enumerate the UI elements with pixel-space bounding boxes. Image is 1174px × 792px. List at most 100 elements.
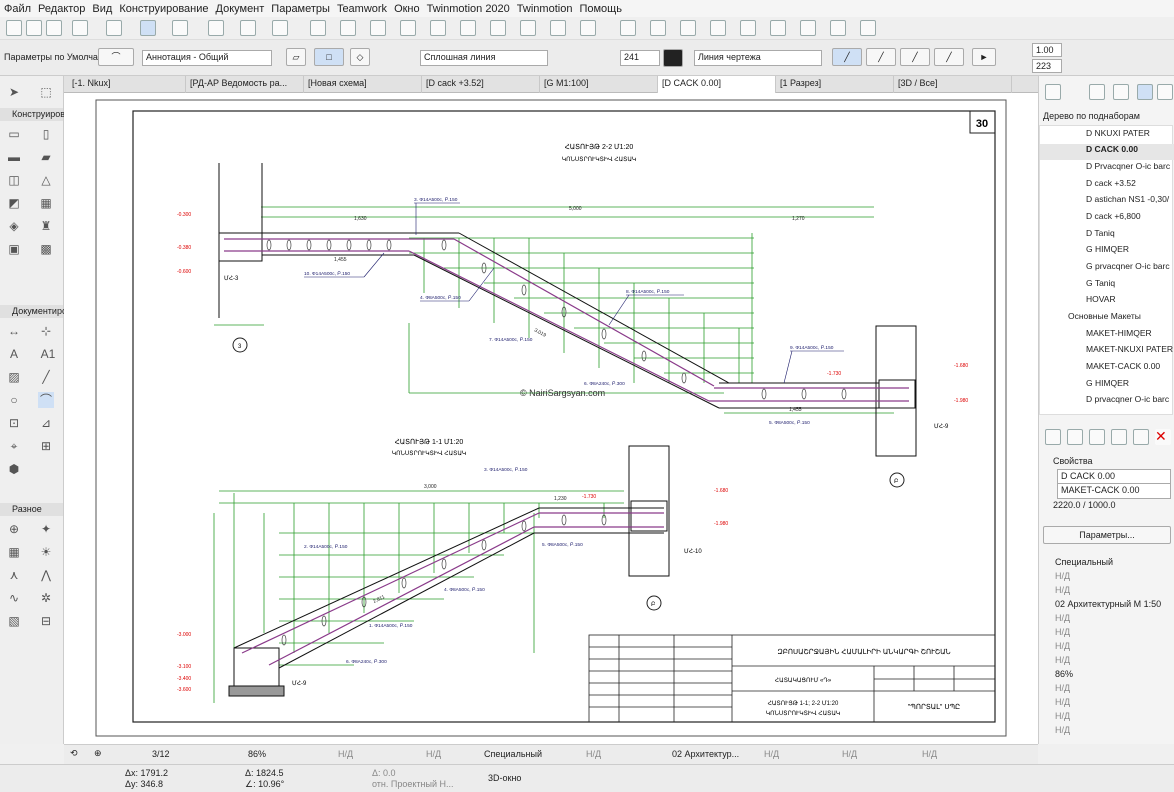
rotate-icon[interactable] (460, 20, 476, 36)
figure-tool-icon[interactable]: ⊿ (38, 415, 54, 431)
tree-item[interactable]: G HIMQER (1040, 378, 1174, 394)
pointer-icon[interactable] (106, 20, 122, 36)
dimension-tool-icon[interactable]: ↔ (6, 323, 22, 339)
align-icon[interactable] (370, 20, 386, 36)
tree-item[interactable]: D prvacqner O-ic barc (1040, 394, 1174, 410)
zoom-value[interactable]: 86% (248, 749, 266, 759)
special-label[interactable]: Специальный (1055, 557, 1113, 567)
layer-select[interactable]: Аннотация - Общий (142, 50, 272, 66)
detail-icon[interactable] (770, 20, 786, 36)
organizer-icon[interactable] (1157, 84, 1173, 100)
section-icon[interactable] (650, 20, 666, 36)
change-tool-icon[interactable]: ⬢ (6, 461, 22, 477)
tree-item[interactable]: MAKET-CACK 0.00 (1040, 361, 1174, 377)
linetype-select[interactable]: Сплошная линия (420, 50, 548, 66)
shell-tool-icon[interactable]: ◩ (6, 195, 22, 211)
menu-document[interactable]: Документ (216, 3, 265, 15)
publisher-icon[interactable] (1137, 84, 1153, 100)
new-subset-icon[interactable] (1089, 429, 1105, 445)
curtain-wall-tool-icon[interactable]: ▦ (38, 195, 54, 211)
camera-tool-icon[interactable]: ⊟ (38, 613, 54, 629)
pen-icon[interactable] (240, 20, 256, 36)
tab-g-m1[interactable]: [G M1:100] (540, 76, 658, 93)
fillet-icon[interactable] (520, 20, 536, 36)
view3d-button[interactable]: 3D-окно (488, 773, 521, 783)
new-folder-icon[interactable] (1067, 429, 1083, 445)
update-icon[interactable] (1133, 429, 1149, 445)
scale-field[interactable]: 1.00 (1032, 43, 1062, 57)
spline-tool-icon[interactable]: ∿ (6, 590, 22, 606)
tree-folder[interactable]: Основные Макеты (1040, 311, 1174, 327)
zone-tool-icon[interactable]: ▣ (6, 241, 22, 257)
menu-options[interactable]: Параметры (271, 3, 330, 15)
floor-icon[interactable] (620, 20, 636, 36)
fill-tool-icon[interactable]: ▨ (6, 369, 22, 385)
tree-item[interactable]: MAKET-NKUXI PATER (1040, 344, 1174, 360)
drawing-tool-icon[interactable]: ⊡ (6, 415, 22, 431)
menu-help[interactable]: Помощь (579, 3, 622, 15)
line-mode1-button[interactable]: ╱ (832, 48, 862, 66)
hotspot-tool-icon[interactable]: ✲ (38, 590, 54, 606)
worksheet-tool-icon[interactable]: ⊞ (38, 438, 54, 454)
menu-design[interactable]: Конструирование (119, 3, 208, 15)
tab-cack-352[interactable]: [D cack +3.52] (422, 76, 540, 93)
new-layout-icon[interactable] (1045, 429, 1061, 445)
radial-tool-icon[interactable]: ⋏ (6, 567, 22, 583)
line-mode4-button[interactable]: ╱ (934, 48, 964, 66)
menu-teamwork[interactable]: Teamwork (337, 3, 387, 15)
tab-report[interactable]: [РД-АР Ведомость ра... (186, 76, 304, 93)
special-select[interactable]: Специальный (484, 749, 542, 759)
skylight-tool-icon[interactable]: ▦ (6, 544, 22, 560)
property-master[interactable]: MAKET-CACK 0.00 (1057, 483, 1171, 499)
arrow-button[interactable]: ► (972, 48, 996, 66)
section-tool-icon[interactable]: ⌖ (6, 438, 22, 454)
tab-3d-all[interactable]: [3D / Все] (894, 76, 1012, 93)
worksheet-icon[interactable] (740, 20, 756, 36)
tree-item[interactable]: MAKET-HIMQER (1040, 328, 1174, 344)
menu-view[interactable]: Вид (92, 3, 112, 15)
morph-tool-icon[interactable]: ◈ (6, 218, 22, 234)
column-tool-icon[interactable]: ▯ (38, 126, 54, 142)
render-icon[interactable] (272, 20, 288, 36)
shape2-button[interactable]: □ (314, 48, 344, 66)
menu-file[interactable]: Файл (4, 3, 31, 15)
grid-tool-icon[interactable]: ⊕ (6, 521, 22, 537)
zoom-label[interactable]: 86% (1055, 669, 1073, 679)
section-more[interactable]: Разное (0, 503, 63, 516)
beam-tool-icon[interactable]: ▬ (6, 149, 22, 165)
tab-cack-000[interactable]: [D CACK 0.00] (658, 76, 776, 93)
angle-field[interactable]: 223 (1032, 59, 1062, 73)
split-icon[interactable] (550, 20, 566, 36)
reference-level[interactable]: отн. Проектный Н... (372, 779, 454, 789)
layout-icon[interactable] (830, 20, 846, 36)
tree-item[interactable]: D astichan NS1 -0,30/ (1040, 194, 1174, 210)
geometry-method-button[interactable]: ⌒ (98, 48, 134, 66)
tab-new-scheme[interactable]: [Новая схема] (304, 76, 422, 93)
delta-x[interactable]: Δx: 1791.2 (125, 768, 168, 778)
page-counter[interactable]: 3/12 (152, 749, 170, 759)
text-tool-icon[interactable]: A (6, 346, 22, 362)
slab-tool-icon[interactable]: ▰ (38, 149, 54, 165)
tree-item[interactable]: G Taniq (1040, 278, 1174, 294)
mesh-tool-icon[interactable]: ▩ (38, 241, 54, 257)
explode-icon[interactable] (580, 20, 596, 36)
tree-item[interactable]: D cack +6,800 (1040, 211, 1174, 227)
delta-y[interactable]: Δy: 346.8 (125, 779, 163, 789)
interior-icon[interactable] (710, 20, 726, 36)
view-map-icon[interactable] (1089, 84, 1105, 100)
project-map-icon[interactable] (1045, 84, 1061, 100)
parameters-button[interactable]: Параметры... (1043, 526, 1171, 544)
line-mode3-button[interactable]: ╱ (900, 48, 930, 66)
clone-icon[interactable] (1111, 429, 1127, 445)
undo-icon[interactable] (72, 20, 88, 36)
menu-twinmotion2020[interactable]: Twinmotion 2020 (427, 3, 510, 15)
drawing-canvas[interactable]: 30 ՀԱՏՈՒՅԹ 2-2 Մ1:20 ԿՈՆՍՏՐՈՒԿՏԻՎ ՀԱՏԱԿ … (64, 93, 1038, 744)
section-document[interactable]: Документиро (0, 305, 67, 318)
menu-twinmotion[interactable]: Twinmotion (517, 3, 573, 15)
mirror-icon[interactable] (430, 20, 446, 36)
line-tool-icon[interactable]: ╱ (38, 369, 54, 385)
pen-color-button[interactable] (663, 49, 683, 67)
object-tool-icon[interactable]: ♜ (38, 218, 54, 234)
group-icon[interactable] (340, 20, 356, 36)
menu-edit[interactable]: Редактор (38, 3, 85, 15)
